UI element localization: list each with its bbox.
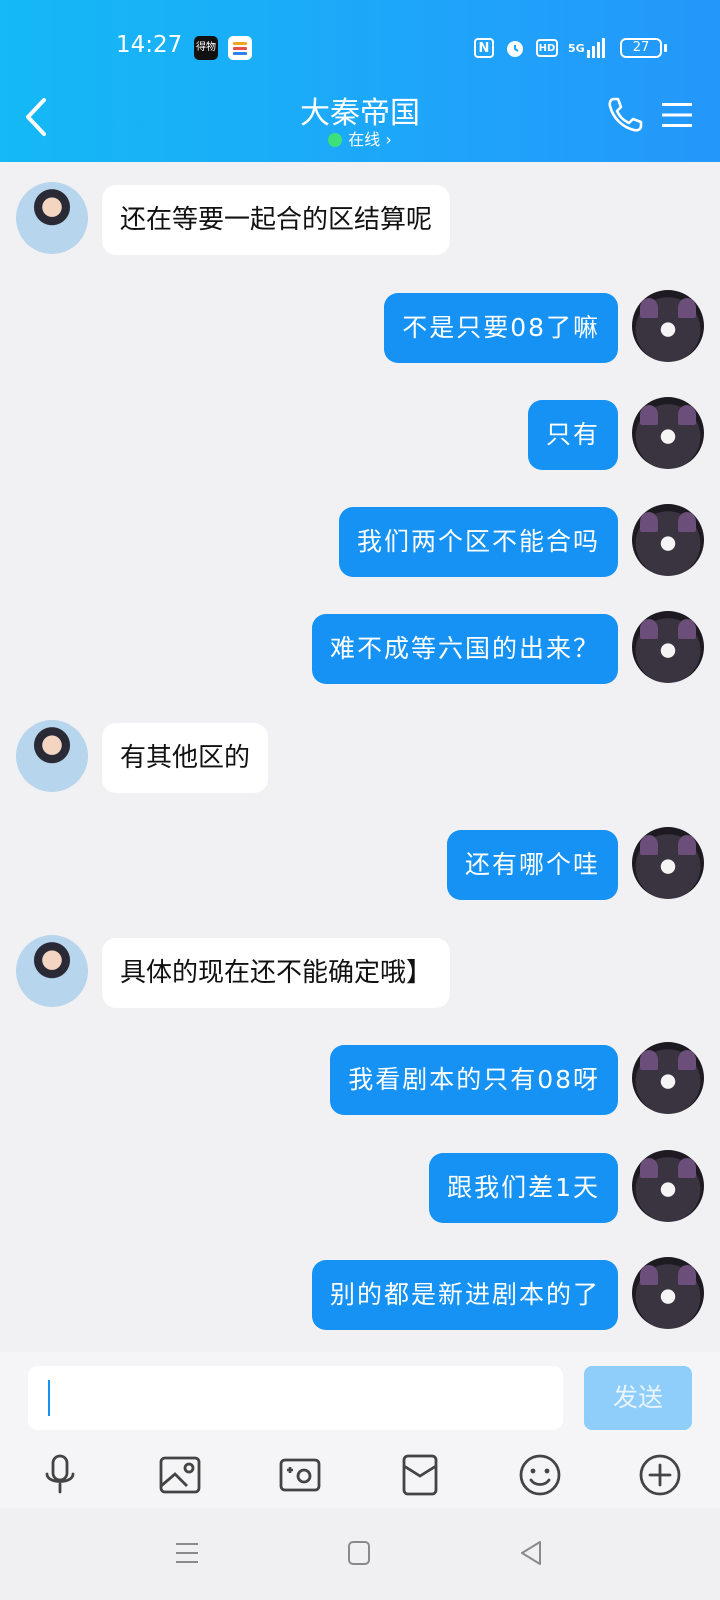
- message-bubble[interactable]: 难不成等六国的出来？: [311, 614, 618, 684]
- message-bubble[interactable]: 我看剧本的只有08呀: [330, 1045, 618, 1115]
- my-avatar[interactable]: [632, 827, 704, 899]
- menu-icon[interactable]: [660, 100, 694, 130]
- message-row: 难不成等六国的出来？: [0, 611, 720, 684]
- my-avatar[interactable]: [632, 397, 704, 469]
- message-bubble[interactable]: 我们两个区不能合吗: [338, 507, 618, 577]
- nfc-icon: N: [474, 38, 494, 58]
- text-caret: [48, 1380, 50, 1416]
- image-icon[interactable]: [157, 1452, 203, 1498]
- message-bubble[interactable]: 跟我们差1天: [429, 1153, 618, 1223]
- camera-icon[interactable]: [277, 1452, 323, 1498]
- app-badge-icon: 得物: [194, 36, 218, 60]
- status-icons: N HD 5G: [474, 34, 605, 62]
- message-row: 具体的现在还不能确定哦】: [0, 935, 720, 1008]
- message-bubble[interactable]: 别的都是新进剧本的了: [311, 1260, 618, 1330]
- message-input[interactable]: [28, 1366, 563, 1430]
- message-bubble[interactable]: 只有: [527, 400, 618, 470]
- alarm-icon: [504, 36, 526, 60]
- message-bubble[interactable]: 不是只要08了嘛: [384, 293, 618, 363]
- status-bar: 14:27 得物 N HD 5G 27: [0, 28, 720, 68]
- contact-avatar[interactable]: [16, 182, 88, 254]
- message-row: 还在等要一起合的区结算呢: [0, 182, 720, 255]
- my-avatar[interactable]: [632, 1257, 704, 1329]
- my-avatar[interactable]: [632, 611, 704, 683]
- composer: 发送: [0, 1352, 720, 1508]
- contact-avatar[interactable]: [16, 935, 88, 1007]
- online-dot-icon: [328, 133, 343, 147]
- system-nav-bar: [0, 1510, 720, 1600]
- plus-icon[interactable]: [637, 1452, 683, 1498]
- message-row: 别的都是新进剧本的了: [0, 1257, 720, 1330]
- message-row: 不是只要08了嘛: [0, 290, 720, 363]
- message-row: 跟我们差1天: [0, 1150, 720, 1223]
- message-bubble[interactable]: 还有哪个哇: [446, 830, 618, 900]
- recent-apps-icon[interactable]: [172, 1538, 202, 1568]
- chat-header: 14:27 得物 N HD 5G 27 大秦帝国 在线 ›: [0, 0, 720, 162]
- message-row: 有其他区的: [0, 720, 720, 793]
- message-bubble[interactable]: 还在等要一起合的区结算呢: [102, 185, 451, 255]
- my-avatar[interactable]: [632, 1042, 704, 1114]
- contact-avatar[interactable]: [16, 720, 88, 792]
- home-icon[interactable]: [344, 1538, 374, 1568]
- message-bubble[interactable]: 具体的现在还不能确定哦】: [102, 938, 451, 1008]
- message-row: 我们两个区不能合吗: [0, 504, 720, 577]
- send-button[interactable]: 发送: [584, 1366, 692, 1430]
- message-row: 还有哪个哇: [0, 827, 720, 900]
- my-avatar[interactable]: [632, 504, 704, 576]
- message-row: 我看剧本的只有08呀: [0, 1042, 720, 1115]
- hd-icon: HD: [536, 39, 558, 57]
- status-time: 14:27: [116, 32, 183, 58]
- signal-icon: 5G: [568, 36, 605, 60]
- mic-icon[interactable]: [37, 1452, 83, 1498]
- my-avatar[interactable]: [632, 290, 704, 362]
- emoji-icon[interactable]: [517, 1452, 563, 1498]
- message-row: 只有: [0, 397, 720, 470]
- my-avatar[interactable]: [632, 1150, 704, 1222]
- phone-icon[interactable]: [606, 96, 644, 134]
- wallet-icon: [228, 36, 252, 60]
- back-nav-icon[interactable]: [516, 1538, 546, 1568]
- battery-icon: 27: [620, 38, 662, 58]
- message-bubble[interactable]: 有其他区的: [102, 723, 269, 793]
- red-packet-icon[interactable]: [397, 1452, 443, 1498]
